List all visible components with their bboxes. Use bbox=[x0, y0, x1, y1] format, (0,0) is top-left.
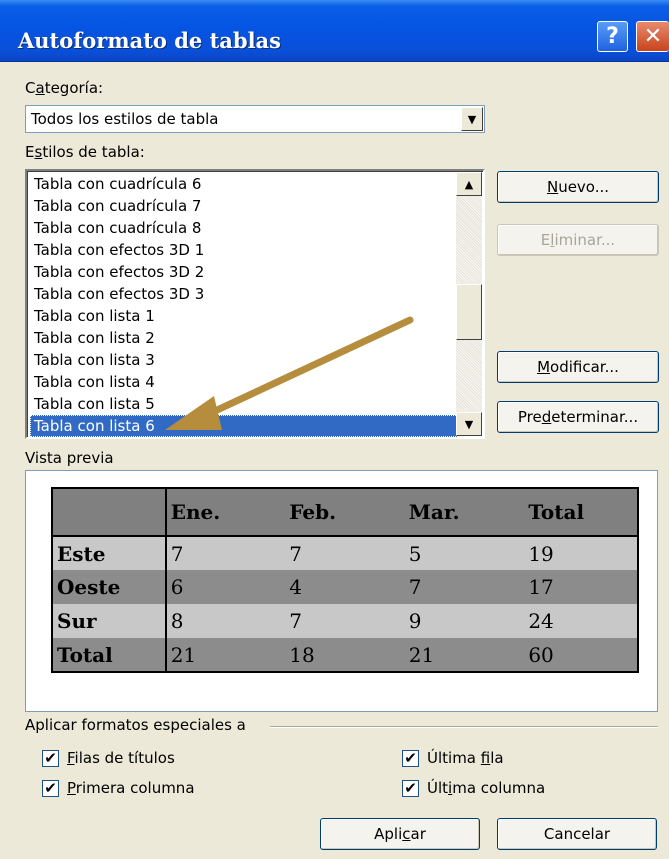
vertical-scrollbar[interactable]: ▲ ▼ bbox=[456, 172, 482, 436]
filas-titulos-label: Filas de títulos bbox=[67, 749, 175, 767]
table-row-header: Este bbox=[52, 536, 167, 570]
table-header-row: Ene. Feb. Mar. Total bbox=[52, 488, 638, 537]
help-button[interactable]: ? bbox=[597, 21, 628, 52]
list-item[interactable]: Tabla con lista 1 bbox=[30, 305, 458, 327]
table-cell: 4 bbox=[285, 570, 405, 604]
nuevo-button[interactable]: Nuevo... bbox=[497, 171, 659, 203]
list-item[interactable]: Tabla con lista 5 bbox=[30, 393, 458, 415]
preview-table: Ene. Feb. Mar. Total Este 7 7 5 19 Oeste… bbox=[51, 487, 639, 673]
table-row: Sur 8 7 9 24 bbox=[52, 604, 638, 638]
table-row: Este 7 7 5 19 bbox=[52, 536, 638, 570]
list-item[interactable]: Tabla con lista 3 bbox=[30, 349, 458, 371]
checkmark-icon: ✔ bbox=[44, 749, 57, 767]
list-item[interactable]: Tabla con cuadrícula 6 bbox=[30, 173, 458, 195]
chevron-down-icon: ▼ bbox=[464, 417, 474, 431]
table-cell: 17 bbox=[524, 570, 638, 604]
table-cell: 7 bbox=[285, 604, 405, 638]
vista-previa-panel: Ene. Feb. Mar. Total Este 7 7 5 19 Oeste… bbox=[25, 470, 658, 712]
table-cell: 7 bbox=[285, 536, 405, 570]
eliminar-button[interactable]: El iminar... bbox=[497, 224, 659, 256]
ultima-fila-label: Última fila bbox=[427, 749, 504, 767]
list-item[interactable]: Tabla con lista 2 bbox=[30, 327, 458, 349]
checkmark-icon: ✔ bbox=[404, 749, 417, 767]
table-cell: 7 bbox=[165, 536, 286, 570]
estilos-label: Estilos de tabla: bbox=[25, 143, 145, 161]
ultima-columna-label: Última columna bbox=[427, 779, 546, 797]
ultima-columna-checkbox[interactable]: ✔ bbox=[402, 780, 419, 797]
scroll-thumb[interactable] bbox=[456, 284, 482, 340]
dropdown-arrow-button[interactable]: ▼ bbox=[461, 107, 483, 131]
list-item[interactable]: Tabla con efectos 3D 2 bbox=[30, 261, 458, 283]
cancelar-button[interactable]: Cancelar bbox=[497, 818, 657, 850]
table-row: Total 21 18 21 60 bbox=[52, 638, 638, 672]
table-cell: 60 bbox=[524, 638, 638, 672]
vista-previa-label: Vista previa bbox=[25, 449, 114, 467]
table-header-cell: Ene. bbox=[165, 488, 286, 537]
list-item[interactable]: Tabla con efectos 3D 1 bbox=[30, 239, 458, 261]
estilos-listbox[interactable]: Tabla con cuadrícula 6 Tabla con cuadríc… bbox=[25, 169, 485, 439]
ultima-fila-checkbox[interactable]: ✔ bbox=[402, 750, 419, 767]
table-header-cell: Feb. bbox=[285, 488, 405, 537]
primera-columna-checkbox[interactable]: ✔ bbox=[42, 780, 59, 797]
table-cell: 21 bbox=[165, 638, 286, 672]
table-row-header: Oeste bbox=[52, 570, 167, 604]
group-divider bbox=[270, 726, 658, 728]
table-cell bbox=[52, 488, 167, 537]
table-header-cell: Mar. bbox=[404, 488, 525, 537]
table-cell: 21 bbox=[404, 638, 525, 672]
close-button[interactable]: ✕ bbox=[636, 21, 669, 52]
categoria-label: Categoría: bbox=[25, 79, 104, 97]
primera-columna-label: Primera columna bbox=[67, 779, 195, 797]
table-cell: 7 bbox=[404, 570, 525, 604]
table-cell: 24 bbox=[524, 604, 638, 638]
list-item[interactable]: Tabla con cuadrícula 8 bbox=[30, 217, 458, 239]
table-header-cell: Total bbox=[524, 488, 638, 537]
formatos-group-label: Aplicar formatos especiales a bbox=[25, 716, 246, 734]
table-cell: 18 bbox=[285, 638, 405, 672]
table-row-header: Sur bbox=[52, 604, 167, 638]
table-cell: 19 bbox=[524, 536, 638, 570]
scroll-down-button[interactable]: ▼ bbox=[456, 412, 482, 436]
chevron-down-icon: ▼ bbox=[467, 112, 477, 126]
modificar-button[interactable]: Modificar... bbox=[497, 351, 659, 383]
checkmark-icon: ✔ bbox=[404, 779, 417, 797]
window-title: Autoformato de tablas bbox=[18, 28, 281, 53]
close-icon: ✕ bbox=[643, 24, 663, 49]
categoria-value: Todos los estilos de tabla bbox=[31, 110, 219, 128]
checkmark-icon: ✔ bbox=[44, 779, 57, 797]
predeterminar-button[interactable]: Pre d eterminar... bbox=[497, 401, 659, 433]
table-row-header: Total bbox=[52, 638, 167, 672]
categoria-dropdown[interactable]: Todos los estilos de tabla ▼ bbox=[25, 105, 485, 133]
chevron-up-icon: ▲ bbox=[464, 177, 474, 191]
list-item[interactable]: Tabla con cuadrícula 7 bbox=[30, 195, 458, 217]
table-cell: 8 bbox=[165, 604, 286, 638]
scroll-up-button[interactable]: ▲ bbox=[456, 172, 482, 196]
aplicar-button[interactable]: Apli c ar bbox=[320, 818, 480, 850]
list-item[interactable]: Tabla con lista 4 bbox=[30, 371, 458, 393]
list-item[interactable]: Tabla con efectos 3D 3 bbox=[30, 283, 458, 305]
table-cell: 5 bbox=[404, 536, 525, 570]
table-cell: 6 bbox=[165, 570, 286, 604]
help-icon: ? bbox=[606, 24, 619, 49]
table-row: Oeste 6 4 7 17 bbox=[52, 570, 638, 604]
title-bar: Autoformato de tablas ? ✕ bbox=[0, 0, 669, 62]
list-item-selected[interactable]: Tabla con lista 6 bbox=[30, 415, 458, 437]
filas-titulos-checkbox[interactable]: ✔ bbox=[42, 750, 59, 767]
table-cell: 9 bbox=[404, 604, 525, 638]
